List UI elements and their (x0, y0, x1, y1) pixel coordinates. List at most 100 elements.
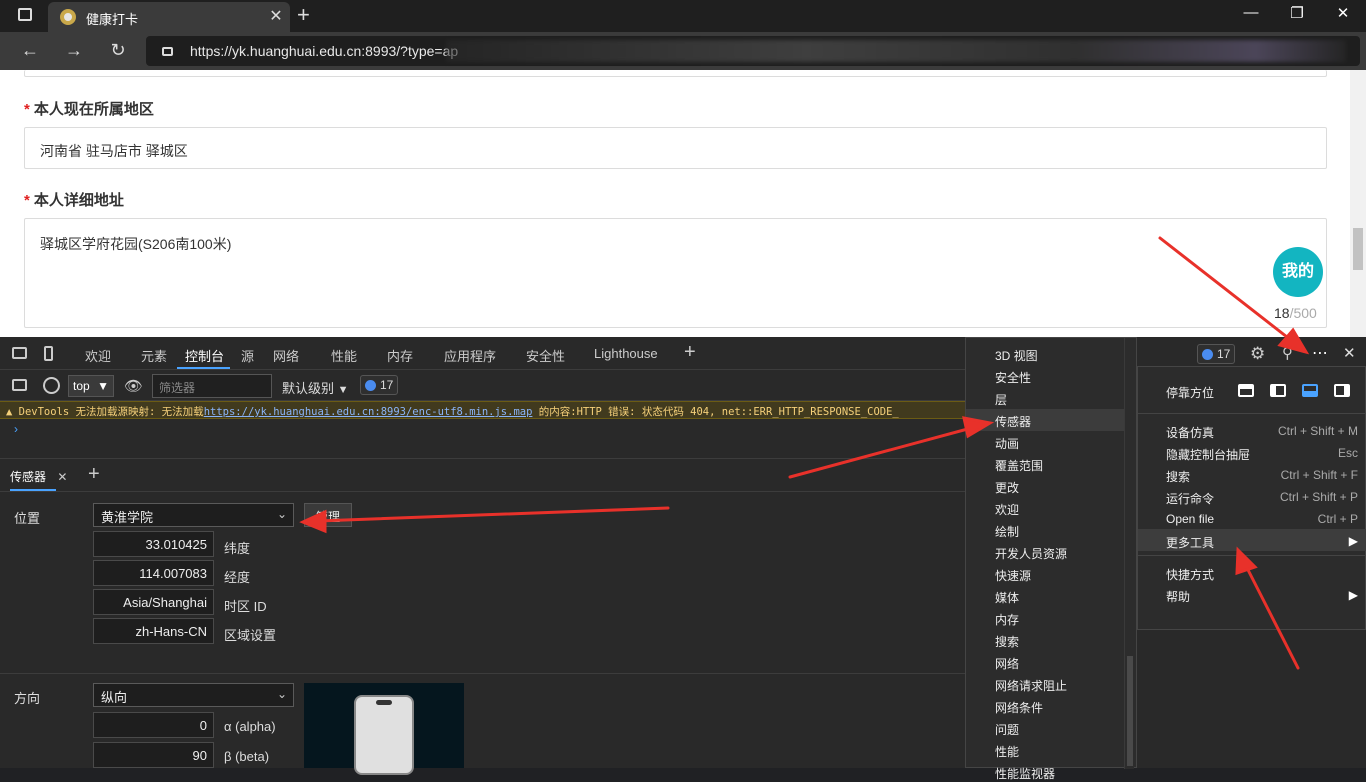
drawer-tab-sensors[interactable]: 传感器 ✕ (10, 468, 67, 485)
forward-arrow-icon[interactable]: → (61, 40, 87, 61)
main-menu-shortcut: ▶ (1348, 534, 1358, 548)
alpha-input[interactable]: 0 (93, 712, 214, 738)
settings-gear-icon[interactable]: ⚙ (1250, 344, 1265, 364)
tab-elements[interactable]: 元素 (141, 346, 167, 365)
clear-console-icon[interactable] (43, 377, 60, 394)
tab-security[interactable]: 安全性 (526, 346, 565, 365)
tab-memory[interactable]: 内存 (387, 346, 413, 365)
more-tools-item[interactable]: 欢迎 (995, 501, 1019, 518)
drawer-add-button[interactable]: + (88, 463, 100, 486)
tab-close-icon[interactable]: ✕ (266, 6, 286, 26)
tab-network[interactable]: 网络 (273, 346, 299, 365)
menu-separator (1138, 413, 1366, 414)
dock-bottom-icon[interactable] (1302, 384, 1318, 397)
add-panel-button[interactable]: + (684, 341, 696, 364)
address-bar[interactable]: https://yk.huanghuai.edu.cn:8993/?type=a… (146, 36, 1360, 66)
tab-sources[interactable]: 源 (241, 346, 254, 365)
timezone-input[interactable]: Asia/Shanghai (93, 589, 214, 615)
drawer-tab-close-icon[interactable]: ✕ (57, 470, 67, 484)
more-tools-item[interactable]: 问题 (995, 721, 1019, 738)
more-tools-item[interactable]: 覆盖范围 (995, 457, 1043, 474)
region-input[interactable]: 河南省 驻马店市 驿城区 (24, 127, 1327, 169)
more-tools-item[interactable]: 网络请求阻止 (995, 677, 1067, 694)
dock-left-icon[interactable] (1270, 384, 1286, 397)
more-tools-item[interactable]: 网络条件 (995, 699, 1043, 716)
more-tools-item[interactable]: 动画 (995, 435, 1019, 452)
more-options-icon[interactable]: ⋯ (1312, 343, 1328, 363)
latitude-input[interactable]: 33.010425 (93, 531, 214, 557)
more-tools-item[interactable]: 绘制 (995, 523, 1019, 540)
page-scrollbar[interactable] (1350, 70, 1366, 337)
dock-right-icon[interactable] (1334, 384, 1350, 397)
refresh-icon[interactable]: ↻ (105, 40, 131, 61)
more-tools-submenu: 3D 视图安全性层传感器动画覆盖范围更改欢迎绘制开发人员资源 快速源媒体内存搜索网… (965, 337, 1137, 781)
context-selector[interactable]: top ▼ (68, 375, 114, 397)
more-tools-item[interactable]: 传感器 (995, 413, 1031, 430)
live-expression-eye-icon[interactable]: 👁 (124, 377, 143, 395)
tab-application[interactable]: 应用程序 (444, 346, 496, 365)
back-arrow-icon[interactable]: ← (17, 40, 43, 61)
manage-button[interactable]: 管理 (304, 503, 352, 527)
warning-link[interactable]: https://yk.huanghuai.edu.cn:8993/enc-utf… (204, 406, 533, 418)
sidebar-toggle-icon[interactable] (12, 379, 27, 391)
main-menu-item[interactable]: 快捷方式 (1166, 566, 1214, 583)
tab-lighthouse[interactable]: Lighthouse (594, 346, 658, 361)
more-tools-item[interactable]: 快速源 (995, 567, 1031, 584)
main-menu-item[interactable]: 更多工具 (1166, 534, 1214, 551)
main-menu-item[interactable]: 隐藏控制台抽屉 (1166, 446, 1250, 463)
main-menu-item[interactable]: 运行命令 (1166, 490, 1214, 507)
main-menu-item[interactable]: 帮助 (1166, 588, 1190, 605)
dock-undock-icon[interactable] (1238, 384, 1254, 397)
console-prompt[interactable]: › (14, 422, 18, 436)
browser-tab[interactable]: 健康打卡 ✕ (48, 2, 290, 32)
more-tools-item[interactable]: 安全性 (995, 369, 1031, 386)
more-tools-item[interactable]: 媒体 (995, 589, 1019, 606)
drawer-tab-label: 传感器 (10, 470, 47, 484)
tab-console[interactable]: 控制台 (185, 346, 224, 365)
location-select[interactable]: 黄淮学院 ⌄ (93, 503, 294, 527)
more-tools-item[interactable]: 3D 视图 (995, 347, 1038, 364)
more-tools-item[interactable]: 网络 (995, 655, 1019, 672)
address-textarea[interactable]: 驿城区学府花园(S206南100米) (24, 218, 1327, 328)
phone-model-icon[interactable] (354, 695, 414, 775)
main-menu-item[interactable]: Open file (1166, 512, 1214, 526)
tab-welcome[interactable]: 欢迎 (85, 346, 111, 365)
new-tab-button[interactable]: + (297, 2, 310, 28)
window-close-icon[interactable]: ✕ (1328, 4, 1358, 22)
locale-input[interactable]: zh-Hans-CN (93, 618, 214, 644)
beta-input[interactable]: 90 (93, 742, 214, 768)
chevron-down-icon: ▼ (337, 384, 349, 396)
feedback-icon[interactable]: ⚲ (1282, 344, 1293, 362)
tab-actions-icon[interactable] (18, 8, 32, 21)
longitude-input[interactable]: 114.007083 (93, 560, 214, 586)
drawer-tab-bar: 传感器 ✕ + (0, 458, 965, 492)
submenu-scrollbar[interactable] (1124, 338, 1134, 769)
location-value: 黄淮学院 (101, 510, 154, 525)
more-tools-item[interactable]: 开发人员资源 (995, 545, 1067, 562)
orientation-select[interactable]: 纵向 ⌄ (93, 683, 294, 707)
minimize-icon[interactable]: — (1236, 4, 1266, 21)
tab-performance[interactable]: 性能 (331, 346, 357, 365)
inspect-element-icon[interactable] (12, 347, 27, 359)
main-menu-shortcut: Ctrl + P (1317, 512, 1358, 526)
more-tools-item[interactable]: 搜索 (995, 633, 1019, 650)
device-emulation-icon[interactable] (44, 346, 53, 361)
url-text[interactable]: https://yk.huanghuai.edu.cn:8993/?type=a… (190, 43, 458, 59)
issues-badge[interactable]: 17 (1197, 344, 1236, 364)
console-issues-badge[interactable]: 17 (360, 375, 399, 395)
close-devtools-icon[interactable]: ✕ (1343, 344, 1356, 362)
more-tools-item[interactable]: 性能 (995, 743, 1019, 760)
more-tools-item[interactable]: 更改 (995, 479, 1019, 496)
page-scrollbar-thumb[interactable] (1353, 228, 1363, 270)
issues-count: 17 (1217, 347, 1231, 361)
orientation-preview[interactable] (304, 683, 464, 775)
submenu-scrollbar-thumb[interactable] (1127, 656, 1133, 766)
log-level-dropdown[interactable]: 默认级别 ▼ (282, 378, 349, 397)
more-tools-item[interactable]: 内存 (995, 611, 1019, 628)
mine-button[interactable]: 我的 (1273, 247, 1323, 297)
main-menu-item[interactable]: 搜索 (1166, 468, 1190, 485)
more-tools-item[interactable]: 层 (995, 391, 1007, 408)
maximize-icon[interactable]: ❐ (1282, 4, 1312, 22)
main-menu-item[interactable]: 设备仿真 (1166, 424, 1214, 441)
console-filter-input[interactable]: 筛选器 (152, 374, 272, 398)
